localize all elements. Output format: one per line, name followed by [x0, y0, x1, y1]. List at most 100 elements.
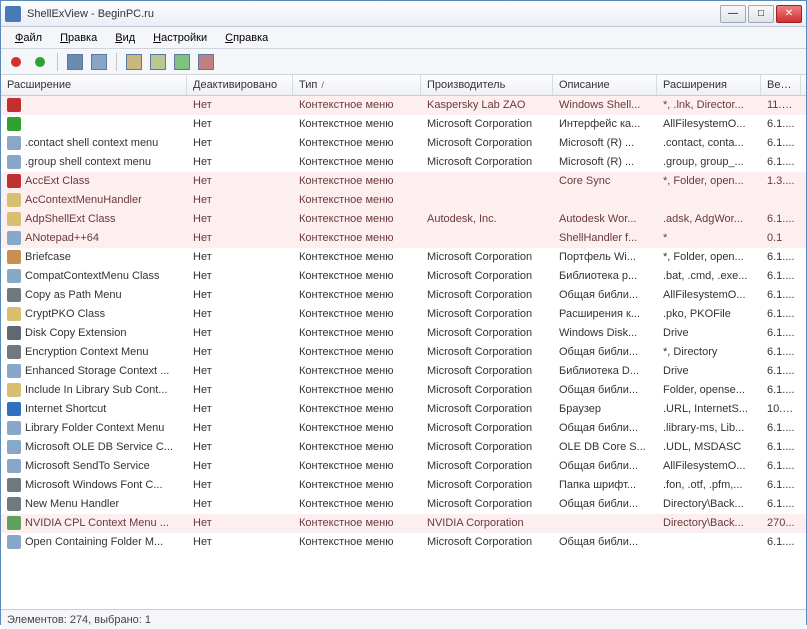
row-icon — [7, 535, 21, 549]
cell-extensions: AllFilesystemO... — [657, 287, 761, 303]
table-row[interactable]: CompatContextMenu ClassНетКонтекстное ме… — [1, 267, 806, 286]
cell-description: Папка шрифт... — [553, 477, 657, 493]
menu-help[interactable]: Справка — [217, 29, 276, 47]
paste-button[interactable] — [149, 53, 167, 71]
row-icon — [7, 459, 21, 473]
exit-button[interactable] — [197, 53, 215, 71]
column-header-manufacturer[interactable]: Производитель — [421, 75, 553, 95]
close-button[interactable]: ✕ — [776, 5, 802, 23]
column-header-disabled[interactable]: Деактивировано — [187, 75, 293, 95]
row-icon — [7, 174, 21, 188]
cell-extensions: .UDL, MSDASC — [657, 439, 761, 455]
table-row[interactable]: Internet ShortcutНетКонтекстное менюMicr… — [1, 400, 806, 419]
copy-button[interactable] — [125, 53, 143, 71]
column-header-row: Расширение Деактивировано Тип/ Производи… — [1, 75, 806, 96]
cell-version: 6.1.... — [761, 306, 801, 322]
red-dot-icon — [11, 57, 21, 67]
column-header-extensions[interactable]: Расширения — [657, 75, 761, 95]
cell-disabled: Нет — [187, 534, 293, 550]
cell-version: 6.1.... — [761, 325, 801, 341]
cell-name: .group shell context menu — [25, 156, 151, 168]
cell-disabled: Нет — [187, 496, 293, 512]
cell-manufacturer: Microsoft Corporation — [421, 287, 553, 303]
cell-version: 6.1.... — [761, 249, 801, 265]
cell-extensions: Drive — [657, 363, 761, 379]
cell-disabled: Нет — [187, 249, 293, 265]
table-row[interactable]: Copy as Path MenuНетКонтекстное менюMicr… — [1, 286, 806, 305]
cell-version: 6.1.... — [761, 211, 801, 227]
table-row[interactable]: CryptPKO ClassНетКонтекстное менюMicroso… — [1, 305, 806, 324]
table-row[interactable]: Include In Library Sub Cont...НетКонтекс… — [1, 381, 806, 400]
table-row[interactable]: Microsoft SendTo ServiceНетКонтекстное м… — [1, 457, 806, 476]
cell-manufacturer: Microsoft Corporation — [421, 401, 553, 417]
table-row[interactable]: Enhanced Storage Context ...НетКонтекстн… — [1, 362, 806, 381]
column-header-version[interactable]: Вер... — [761, 75, 801, 95]
maximize-button[interactable]: □ — [748, 5, 774, 23]
save-button[interactable] — [66, 53, 84, 71]
cell-manufacturer: Autodesk, Inc. — [421, 211, 553, 227]
menu-file[interactable]: Файл — [7, 29, 50, 47]
cell-disabled: Нет — [187, 325, 293, 341]
table-row[interactable]: Open Containing Folder M...НетКонтекстно… — [1, 533, 806, 552]
cell-manufacturer — [421, 236, 553, 240]
cell-disabled: Нет — [187, 439, 293, 455]
table-row[interactable]: Disk Copy ExtensionНетКонтекстное менюMi… — [1, 324, 806, 343]
cell-name: Include In Library Sub Cont... — [25, 384, 167, 396]
table-row[interactable]: New Menu HandlerНетКонтекстное менюMicro… — [1, 495, 806, 514]
cell-name: Microsoft OLE DB Service C... — [25, 441, 173, 453]
cell-name: Copy as Path Menu — [25, 289, 122, 301]
table-row[interactable]: Library Folder Context MenuНетКонтекстно… — [1, 419, 806, 438]
properties-button[interactable] — [90, 53, 108, 71]
column-header-description[interactable]: Описание — [553, 75, 657, 95]
cell-version: 6.1.... — [761, 420, 801, 436]
cell-type: Контекстное меню — [293, 534, 421, 550]
cell-version: 11.0... — [761, 97, 801, 113]
table-row[interactable]: НетКонтекстное менюMicrosoft Corporation… — [1, 115, 806, 134]
table-row[interactable]: .contact shell context menuНетКонтекстно… — [1, 134, 806, 153]
column-header-type[interactable]: Тип/ — [293, 75, 421, 95]
cell-description: Общая библи... — [553, 382, 657, 398]
cell-manufacturer: Microsoft Corporation — [421, 363, 553, 379]
menu-edit[interactable]: Правка — [52, 29, 105, 47]
cell-manufacturer: Microsoft Corporation — [421, 325, 553, 341]
minimize-button[interactable]: — — [720, 5, 746, 23]
cell-manufacturer: Microsoft Corporation — [421, 496, 553, 512]
refresh-button[interactable] — [173, 53, 191, 71]
cell-name: NVIDIA CPL Context Menu ... — [25, 517, 169, 529]
cell-description — [553, 521, 657, 525]
enable-button[interactable] — [31, 53, 49, 71]
table-row[interactable]: BriefcaseНетКонтекстное менюMicrosoft Co… — [1, 248, 806, 267]
table-row[interactable]: Encryption Context MenuНетКонтекстное ме… — [1, 343, 806, 362]
table-row[interactable]: NVIDIA CPL Context Menu ...НетКонтекстно… — [1, 514, 806, 533]
cell-version: 6.1.... — [761, 363, 801, 379]
table-row[interactable]: AdpShellExt ClassНетКонтекстное менюAuto… — [1, 210, 806, 229]
cell-type: Контекстное меню — [293, 458, 421, 474]
cell-disabled: Нет — [187, 154, 293, 170]
table-row[interactable]: Microsoft Windows Font C...НетКонтекстно… — [1, 476, 806, 495]
cell-type: Контекстное меню — [293, 268, 421, 284]
cell-description: Microsoft (R) ... — [553, 135, 657, 151]
menu-view[interactable]: Вид — [107, 29, 143, 47]
table-row[interactable]: .group shell context menuНетКонтекстное … — [1, 153, 806, 172]
table-row[interactable]: Microsoft OLE DB Service C...НетКонтекст… — [1, 438, 806, 457]
cell-extensions: .bat, .cmd, .exe... — [657, 268, 761, 284]
disable-button[interactable] — [7, 53, 25, 71]
column-header-extension[interactable]: Расширение — [1, 75, 187, 95]
table-row[interactable]: AccExt ClassНетКонтекстное менюCore Sync… — [1, 172, 806, 191]
menu-settings[interactable]: Настройки — [145, 29, 215, 47]
row-icon — [7, 269, 21, 283]
table-row[interactable]: НетКонтекстное менюKaspersky Lab ZAOWind… — [1, 96, 806, 115]
cell-extensions: .URL, InternetS... — [657, 401, 761, 417]
cell-manufacturer: Microsoft Corporation — [421, 306, 553, 322]
list-view[interactable]: Расширение Деактивировано Тип/ Производи… — [1, 75, 806, 609]
cell-manufacturer: Microsoft Corporation — [421, 477, 553, 493]
row-icon — [7, 440, 21, 454]
cell-name: .contact shell context menu — [25, 137, 158, 149]
cell-type: Контекстное меню — [293, 116, 421, 132]
statusbar: Элементов: 274, выбрано: 1 — [1, 609, 806, 629]
table-row[interactable]: ANotepad++64НетКонтекстное менюShellHand… — [1, 229, 806, 248]
cell-name: AdpShellExt Class — [25, 213, 116, 225]
table-row[interactable]: AcContextMenuHandlerНетКонтекстное меню — [1, 191, 806, 210]
cell-disabled: Нет — [187, 458, 293, 474]
cell-version: 6.1.... — [761, 458, 801, 474]
